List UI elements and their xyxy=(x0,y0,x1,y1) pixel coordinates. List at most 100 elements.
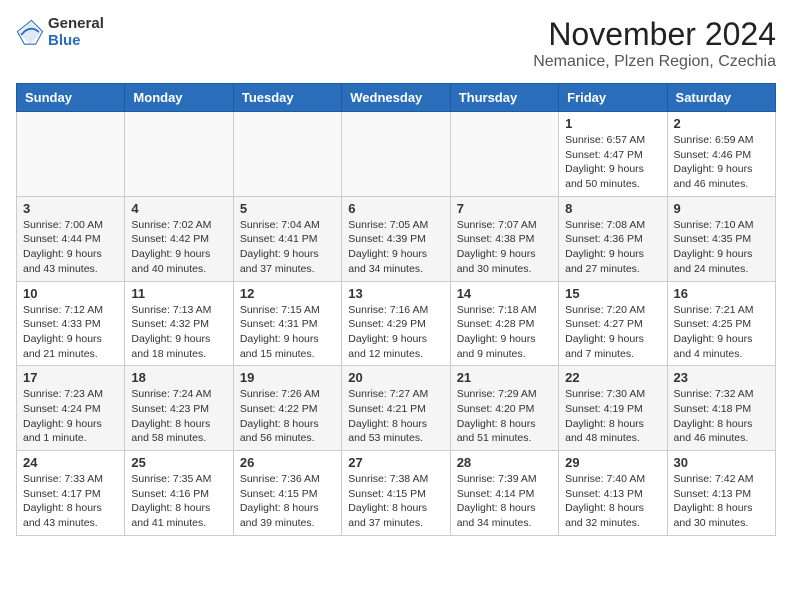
calendar-week-5: 24 Sunrise: 7:33 AM Sunset: 4:17 PM Dayli… xyxy=(17,451,776,536)
day-number: 27 xyxy=(348,455,443,470)
calendar-cell: 2 Sunrise: 6:59 AM Sunset: 4:46 PM Daylig… xyxy=(667,112,775,197)
calendar-table: Sunday Monday Tuesday Wednesday Thursday… xyxy=(16,83,776,536)
calendar-week-4: 17 Sunrise: 7:23 AM Sunset: 4:24 PM Dayli… xyxy=(17,366,776,451)
day-info: Sunrise: 7:32 AM Sunset: 4:18 PM Dayligh… xyxy=(674,387,769,446)
day-info: Sunrise: 7:30 AM Sunset: 4:19 PM Dayligh… xyxy=(565,387,660,446)
calendar-cell: 15 Sunrise: 7:20 AM Sunset: 4:27 PM Dayli… xyxy=(559,281,667,366)
col-monday: Monday xyxy=(125,84,233,112)
calendar-cell: 13 Sunrise: 7:16 AM Sunset: 4:29 PM Dayli… xyxy=(342,281,450,366)
day-number: 11 xyxy=(131,286,226,301)
day-info: Sunrise: 7:07 AM Sunset: 4:38 PM Dayligh… xyxy=(457,218,552,277)
day-number: 20 xyxy=(348,370,443,385)
calendar-cell: 19 Sunrise: 7:26 AM Sunset: 4:22 PM Dayli… xyxy=(233,366,341,451)
logo-blue-text: Blue xyxy=(48,33,104,50)
calendar-week-1: 1 Sunrise: 6:57 AM Sunset: 4:47 PM Daylig… xyxy=(17,112,776,197)
logo: General Blue xyxy=(16,16,104,49)
day-info: Sunrise: 7:00 AM Sunset: 4:44 PM Dayligh… xyxy=(23,218,118,277)
day-number: 25 xyxy=(131,455,226,470)
day-number: 22 xyxy=(565,370,660,385)
calendar-cell: 26Sunrise: 7:36 AM Sunset: 4:15 PM Dayli… xyxy=(233,451,341,536)
col-tuesday: Tuesday xyxy=(233,84,341,112)
day-number: 1 xyxy=(565,116,660,131)
calendar-cell: 18 Sunrise: 7:24 AM Sunset: 4:23 PM Dayli… xyxy=(125,366,233,451)
day-info: Sunrise: 7:23 AM Sunset: 4:24 PM Dayligh… xyxy=(23,387,118,446)
calendar-cell xyxy=(342,112,450,197)
day-number: 7 xyxy=(457,201,552,216)
day-number: 21 xyxy=(457,370,552,385)
day-info: Sunrise: 7:26 AM Sunset: 4:22 PM Dayligh… xyxy=(240,387,335,446)
day-info: Sunrise: 7:35 AM Sunset: 4:16 PM Dayligh… xyxy=(131,472,226,531)
calendar-cell: 7 Sunrise: 7:07 AM Sunset: 4:38 PM Daylig… xyxy=(450,196,558,281)
calendar-header-row: Sunday Monday Tuesday Wednesday Thursday… xyxy=(17,84,776,112)
calendar-cell: 16 Sunrise: 7:21 AM Sunset: 4:25 PM Dayli… xyxy=(667,281,775,366)
calendar-cell: 4 Sunrise: 7:02 AM Sunset: 4:42 PM Daylig… xyxy=(125,196,233,281)
day-info: Sunrise: 7:40 AM Sunset: 4:13 PM Dayligh… xyxy=(565,472,660,531)
day-number: 19 xyxy=(240,370,335,385)
day-number: 10 xyxy=(23,286,118,301)
calendar-cell: 28 Sunrise: 7:39 AM Sunset: 4:14 PM Dayli… xyxy=(450,451,558,536)
day-info: Sunrise: 7:33 AM Sunset: 4:17 PM Dayligh… xyxy=(23,472,118,531)
calendar-cell xyxy=(233,112,341,197)
day-info: Sunrise: 7:10 AM Sunset: 4:35 PM Dayligh… xyxy=(674,218,769,277)
day-info: Sunrise: 7:16 AM Sunset: 4:29 PM Dayligh… xyxy=(348,303,443,362)
calendar-cell: 20 Sunrise: 7:27 AM Sunset: 4:21 PM Dayli… xyxy=(342,366,450,451)
day-info: Sunrise: 7:20 AM Sunset: 4:27 PM Dayligh… xyxy=(565,303,660,362)
col-thursday: Thursday xyxy=(450,84,558,112)
day-number: 13 xyxy=(348,286,443,301)
calendar-cell: 12 Sunrise: 7:15 AM Sunset: 4:31 PM Dayli… xyxy=(233,281,341,366)
col-friday: Friday xyxy=(559,84,667,112)
day-info: Sunrise: 7:02 AM Sunset: 4:42 PM Dayligh… xyxy=(131,218,226,277)
calendar-cell: 9 Sunrise: 7:10 AM Sunset: 4:35 PM Daylig… xyxy=(667,196,775,281)
logo-text: General Blue xyxy=(48,16,104,49)
col-saturday: Saturday xyxy=(667,84,775,112)
day-info: Sunrise: 7:21 AM Sunset: 4:25 PM Dayligh… xyxy=(674,303,769,362)
day-info: Sunrise: 7:42 AM Sunset: 4:13 PM Dayligh… xyxy=(674,472,769,531)
day-number: 15 xyxy=(565,286,660,301)
day-info: Sunrise: 7:04 AM Sunset: 4:41 PM Dayligh… xyxy=(240,218,335,277)
day-info: Sunrise: 7:38 AM Sunset: 4:15 PM Dayligh… xyxy=(348,472,443,531)
day-info: Sunrise: 7:05 AM Sunset: 4:39 PM Dayligh… xyxy=(348,218,443,277)
day-info: Sunrise: 7:15 AM Sunset: 4:31 PM Dayligh… xyxy=(240,303,335,362)
day-number: 28 xyxy=(457,455,552,470)
calendar-cell xyxy=(450,112,558,197)
calendar-cell: 22 Sunrise: 7:30 AM Sunset: 4:19 PM Dayli… xyxy=(559,366,667,451)
day-number: 8 xyxy=(565,201,660,216)
col-wednesday: Wednesday xyxy=(342,84,450,112)
day-info: Sunrise: 7:27 AM Sunset: 4:21 PM Dayligh… xyxy=(348,387,443,446)
day-number: 17 xyxy=(23,370,118,385)
calendar-cell: 5Sunrise: 7:04 AM Sunset: 4:41 PM Daylig… xyxy=(233,196,341,281)
day-number: 18 xyxy=(131,370,226,385)
calendar-week-3: 10 Sunrise: 7:12 AM Sunset: 4:33 PM Dayli… xyxy=(17,281,776,366)
day-number: 12 xyxy=(240,286,335,301)
calendar-cell: 30 Sunrise: 7:42 AM Sunset: 4:13 PM Dayli… xyxy=(667,451,775,536)
day-number: 30 xyxy=(674,455,769,470)
day-info: Sunrise: 7:24 AM Sunset: 4:23 PM Dayligh… xyxy=(131,387,226,446)
page-header: General Blue November 2024 Nemanice, Plz… xyxy=(16,16,776,71)
day-info: Sunrise: 6:59 AM Sunset: 4:46 PM Dayligh… xyxy=(674,133,769,192)
day-number: 3 xyxy=(23,201,118,216)
calendar-cell: 23Sunrise: 7:32 AM Sunset: 4:18 PM Dayli… xyxy=(667,366,775,451)
day-number: 14 xyxy=(457,286,552,301)
logo-general-text: General xyxy=(48,16,104,33)
calendar-cell: 11Sunrise: 7:13 AM Sunset: 4:32 PM Dayli… xyxy=(125,281,233,366)
calendar-cell: 17 Sunrise: 7:23 AM Sunset: 4:24 PM Dayli… xyxy=(17,366,125,451)
day-info: Sunrise: 7:39 AM Sunset: 4:14 PM Dayligh… xyxy=(457,472,552,531)
day-number: 9 xyxy=(674,201,769,216)
calendar-cell: 29Sunrise: 7:40 AM Sunset: 4:13 PM Dayli… xyxy=(559,451,667,536)
calendar-cell: 10 Sunrise: 7:12 AM Sunset: 4:33 PM Dayli… xyxy=(17,281,125,366)
day-info: Sunrise: 7:12 AM Sunset: 4:33 PM Dayligh… xyxy=(23,303,118,362)
day-number: 4 xyxy=(131,201,226,216)
title-area: November 2024 Nemanice, Plzen Region, Cz… xyxy=(533,16,776,71)
day-number: 2 xyxy=(674,116,769,131)
calendar-cell: 24 Sunrise: 7:33 AM Sunset: 4:17 PM Dayli… xyxy=(17,451,125,536)
calendar-week-2: 3 Sunrise: 7:00 AM Sunset: 4:44 PM Daylig… xyxy=(17,196,776,281)
calendar-cell xyxy=(17,112,125,197)
calendar-cell: 27 Sunrise: 7:38 AM Sunset: 4:15 PM Dayli… xyxy=(342,451,450,536)
day-info: Sunrise: 6:57 AM Sunset: 4:47 PM Dayligh… xyxy=(565,133,660,192)
location-title: Nemanice, Plzen Region, Czechia xyxy=(533,53,776,71)
day-info: Sunrise: 7:08 AM Sunset: 4:36 PM Dayligh… xyxy=(565,218,660,277)
day-number: 16 xyxy=(674,286,769,301)
day-number: 24 xyxy=(23,455,118,470)
day-info: Sunrise: 7:29 AM Sunset: 4:20 PM Dayligh… xyxy=(457,387,552,446)
month-title: November 2024 xyxy=(533,16,776,53)
